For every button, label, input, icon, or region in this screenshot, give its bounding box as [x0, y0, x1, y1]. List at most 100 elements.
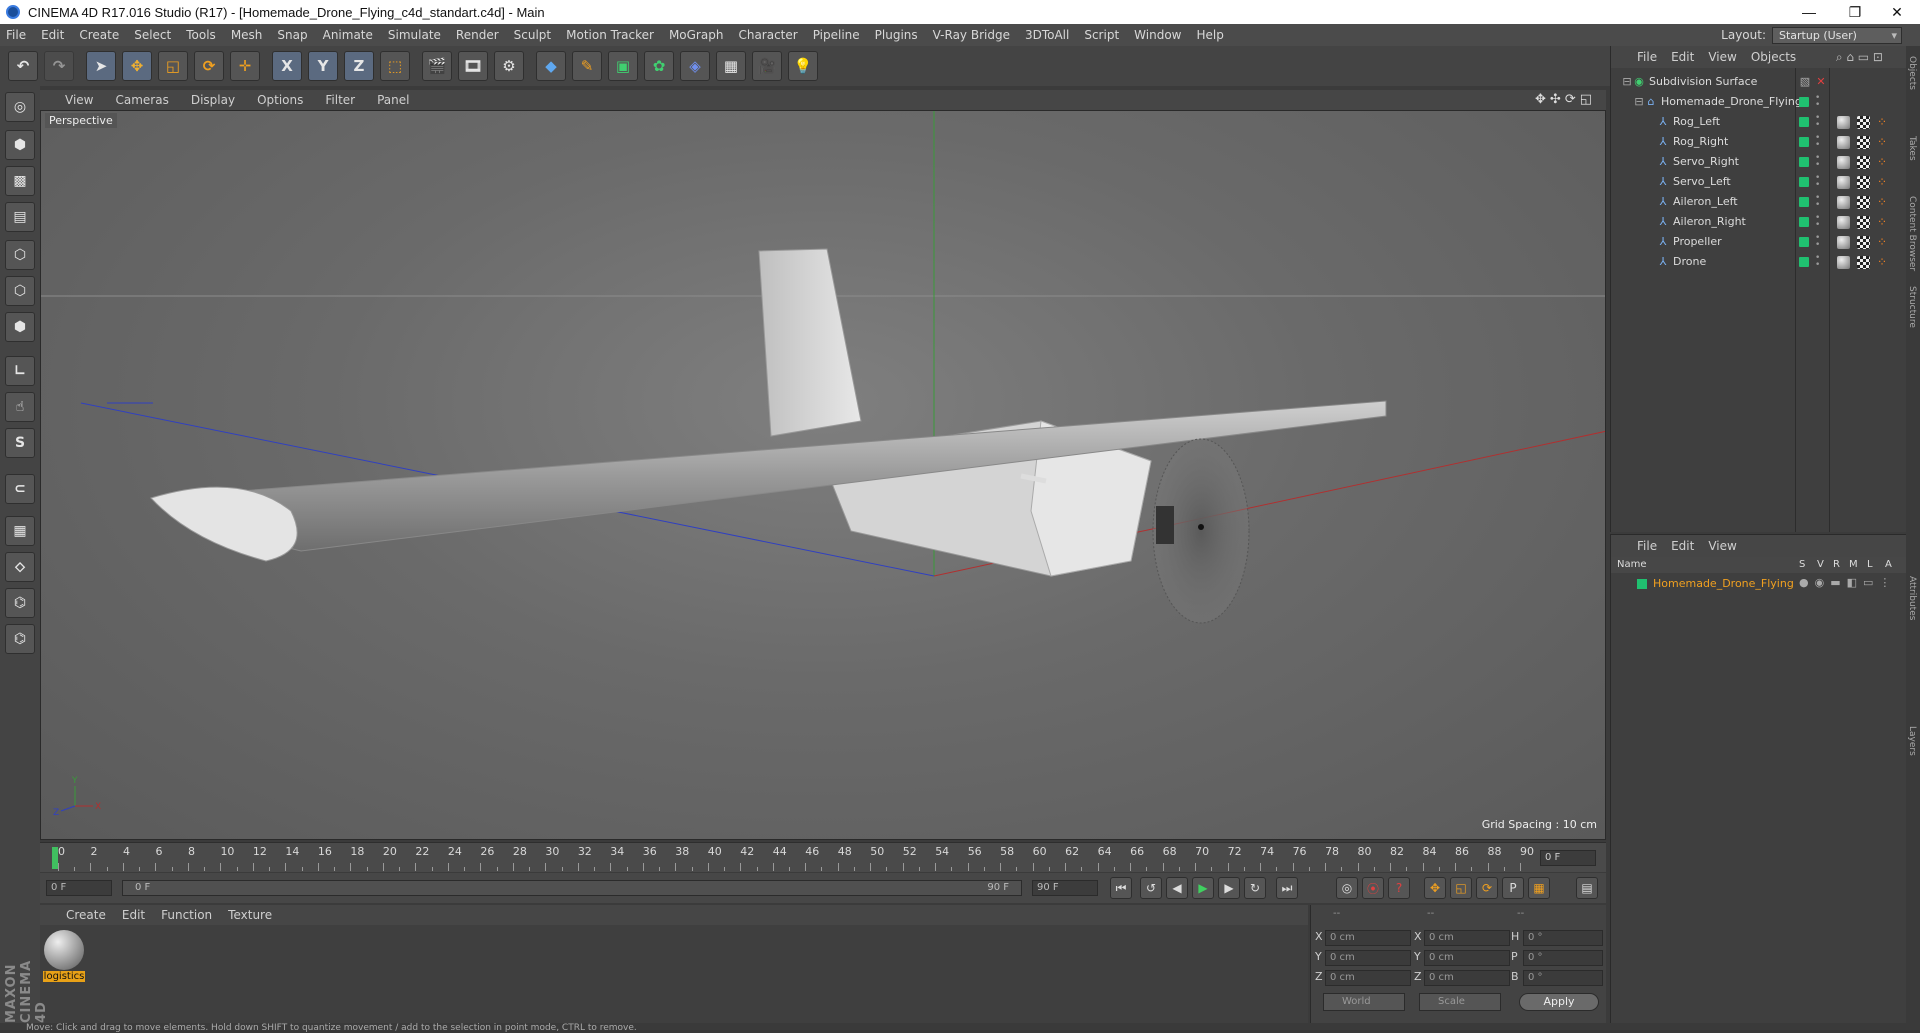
- phong-tag-icon[interactable]: ⁘: [1877, 116, 1890, 129]
- deformer-icon[interactable]: ◈: [680, 51, 710, 81]
- max-frame-field[interactable]: 90 F: [1032, 880, 1098, 896]
- visibility-dots-icon[interactable]: • •: [1815, 114, 1820, 130]
- menu-mograph[interactable]: MoGraph: [669, 28, 724, 42]
- camera-object-icon[interactable]: 🎥: [752, 51, 782, 81]
- menu-v-ray-bridge[interactable]: V-Ray Bridge: [933, 28, 1010, 42]
- array-generator-icon[interactable]: ✿: [644, 51, 674, 81]
- python-script-icon[interactable]: ⌬: [5, 588, 35, 618]
- go-to-end-icon[interactable]: ⏭: [1276, 877, 1298, 899]
- object-name[interactable]: Rog_Right: [1673, 135, 1728, 148]
- menu-tools[interactable]: Tools: [186, 28, 216, 42]
- layer-color-flag[interactable]: [1799, 177, 1809, 187]
- spline-pen-icon[interactable]: ✎: [572, 51, 602, 81]
- object-name[interactable]: Rog_Left: [1673, 115, 1720, 128]
- visibility-dots-icon[interactable]: • •: [1815, 134, 1820, 150]
- snapping-icon[interactable]: ⊂: [5, 474, 35, 504]
- object-row[interactable]: ⌂ ⊟ Homemade_Drone_Flying • •: [1611, 92, 1907, 112]
- current-frame-field[interactable]: 0 F: [46, 880, 112, 896]
- visibility-dots-icon[interactable]: • •: [1815, 234, 1820, 250]
- object-row[interactable]: ⅄ Servo_Right • • ⁘: [1611, 152, 1907, 172]
- object-row[interactable]: ⅄ Propeller • • ⁘: [1611, 232, 1907, 252]
- next-key-icon[interactable]: ↻: [1244, 877, 1266, 899]
- layer-color-flag[interactable]: [1799, 137, 1809, 147]
- layer-color-flag[interactable]: [1799, 217, 1809, 227]
- material-menu-texture[interactable]: Texture: [228, 908, 272, 922]
- layer-color-flag[interactable]: [1799, 237, 1809, 247]
- key-rotation-icon[interactable]: ⟳: [1476, 877, 1498, 899]
- texture-tag-icon[interactable]: [1857, 176, 1870, 189]
- viewport-menu-display[interactable]: Display: [191, 93, 235, 107]
- layer-menu-file[interactable]: File: [1637, 539, 1657, 553]
- layer-row[interactable]: Homemade_Drone_Flying ●◉▬◧▭⋮: [1611, 575, 1907, 593]
- disable-icon[interactable]: ✕: [1815, 76, 1827, 88]
- rotate-tool-icon[interactable]: ⟳: [194, 51, 224, 81]
- expand-collapse-icon[interactable]: ⊟: [1621, 76, 1633, 88]
- timeline-ruler[interactable]: 0 2 4 6 8 10 12 14 16 18 20 22 24 26 28 30 32 34 36 38 40 42 4…: [40, 842, 1606, 872]
- coord-position-x[interactable]: 0 cm: [1325, 930, 1411, 946]
- material-tag-icon[interactable]: [1837, 156, 1850, 169]
- timeline-window-icon[interactable]: ▤: [1576, 877, 1598, 899]
- coord-size-z[interactable]: 0 cm: [1424, 970, 1510, 986]
- menu-animate[interactable]: Animate: [323, 28, 373, 42]
- material-tag-icon[interactable]: [1837, 176, 1850, 189]
- object-row[interactable]: ⅄ Rog_Right • • ⁘: [1611, 132, 1907, 152]
- coord-rotation-h[interactable]: 0 °: [1523, 930, 1603, 946]
- phong-tag-icon[interactable]: ⁘: [1877, 256, 1890, 269]
- layer-flag-icons[interactable]: ●◉▬◧▭⋮: [1799, 576, 1896, 589]
- record-keyframe-icon[interactable]: ◎: [1336, 877, 1358, 899]
- menu-motion-tracker[interactable]: Motion Tracker: [566, 28, 654, 42]
- object-row[interactable]: ◉ ⊟ Subdivision Surface ▧ ✕: [1611, 72, 1907, 92]
- transform-tool-icon[interactable]: ✛: [230, 51, 260, 81]
- texture-tag-icon[interactable]: [1857, 216, 1870, 229]
- phong-tag-icon[interactable]: ⁘: [1877, 196, 1890, 209]
- minimize-icon[interactable]: —: [1786, 0, 1832, 24]
- coord-rotation-b[interactable]: 0 °: [1523, 970, 1603, 986]
- material-menu-function[interactable]: Function: [161, 908, 212, 922]
- layer-color-flag[interactable]: [1799, 157, 1809, 167]
- z-axis-lock-button[interactable]: Z: [344, 51, 374, 81]
- y-axis-lock-button[interactable]: Y: [308, 51, 338, 81]
- phong-tag-icon[interactable]: ⁘: [1877, 176, 1890, 189]
- polygons-mode-icon[interactable]: ⬢: [5, 312, 35, 342]
- subdivision-generator-icon[interactable]: ▣: [608, 51, 638, 81]
- side-tab-structure[interactable]: Structure: [1907, 286, 1917, 328]
- visibility-dots-icon[interactable]: • •: [1815, 94, 1820, 110]
- object-manager-tools-icon[interactable]: ⌕ ⌂ ▭ ⊡: [1836, 50, 1883, 65]
- key-parameter-icon[interactable]: P: [1502, 877, 1524, 899]
- object-row[interactable]: ⅄ Rog_Left • • ⁘: [1611, 112, 1907, 132]
- move-tool-icon[interactable]: ✥: [122, 51, 152, 81]
- coordinate-system-icon[interactable]: ⬚: [380, 51, 410, 81]
- timeline-playhead[interactable]: [52, 847, 58, 869]
- menu-simulate[interactable]: Simulate: [388, 28, 441, 42]
- object-name[interactable]: Drone: [1673, 255, 1706, 268]
- menu-help[interactable]: Help: [1196, 28, 1223, 42]
- coord-mode-dropdown[interactable]: World: [1323, 993, 1405, 1011]
- viewport-menu-panel[interactable]: Panel: [377, 93, 409, 107]
- texture-mode-icon[interactable]: ▩: [5, 166, 35, 196]
- redo-button[interactable]: ↷: [44, 51, 74, 81]
- cube-primitive-icon[interactable]: ◆: [536, 51, 566, 81]
- range-slider[interactable]: 0 F 90 F: [122, 880, 1022, 896]
- timeline-ticks[interactable]: 0 2 4 6 8 10 12 14 16 18 20 22 24 26 28 30 32 34 36 38 40 42 4…: [50, 843, 1534, 873]
- material-tag-icon[interactable]: [1837, 216, 1850, 229]
- render-view-icon[interactable]: 🎬: [422, 51, 452, 81]
- object-name[interactable]: Aileron_Left: [1673, 195, 1738, 208]
- material-swatch[interactable]: logistics: [43, 929, 85, 985]
- texture-tag-icon[interactable]: [1857, 116, 1870, 129]
- object-row[interactable]: ⅄ Aileron_Left • • ⁘: [1611, 192, 1907, 212]
- next-frame-icon[interactable]: ▶: [1218, 877, 1240, 899]
- keyframe-selection-icon[interactable]: ?: [1388, 877, 1410, 899]
- prev-key-icon[interactable]: ↺: [1140, 877, 1162, 899]
- menu-mesh[interactable]: Mesh: [231, 28, 263, 42]
- object-menu-objects[interactable]: Objects: [1751, 50, 1796, 64]
- object-name[interactable]: Subdivision Surface: [1649, 75, 1757, 88]
- perspective-viewport[interactable]: Perspective Y X Z Grid Spacing: 10 cm: [40, 110, 1606, 840]
- undo-button[interactable]: ↶: [8, 51, 38, 81]
- visibility-dots-icon[interactable]: • •: [1815, 214, 1820, 230]
- coord-rotation-p[interactable]: 0 °: [1523, 950, 1603, 966]
- object-name[interactable]: Servo_Left: [1673, 175, 1731, 188]
- menu-file[interactable]: File: [6, 28, 26, 42]
- object-menu-view[interactable]: View: [1708, 50, 1736, 64]
- solo-mode-icon[interactable]: S: [5, 428, 35, 458]
- play-icon[interactable]: ▶: [1192, 877, 1214, 899]
